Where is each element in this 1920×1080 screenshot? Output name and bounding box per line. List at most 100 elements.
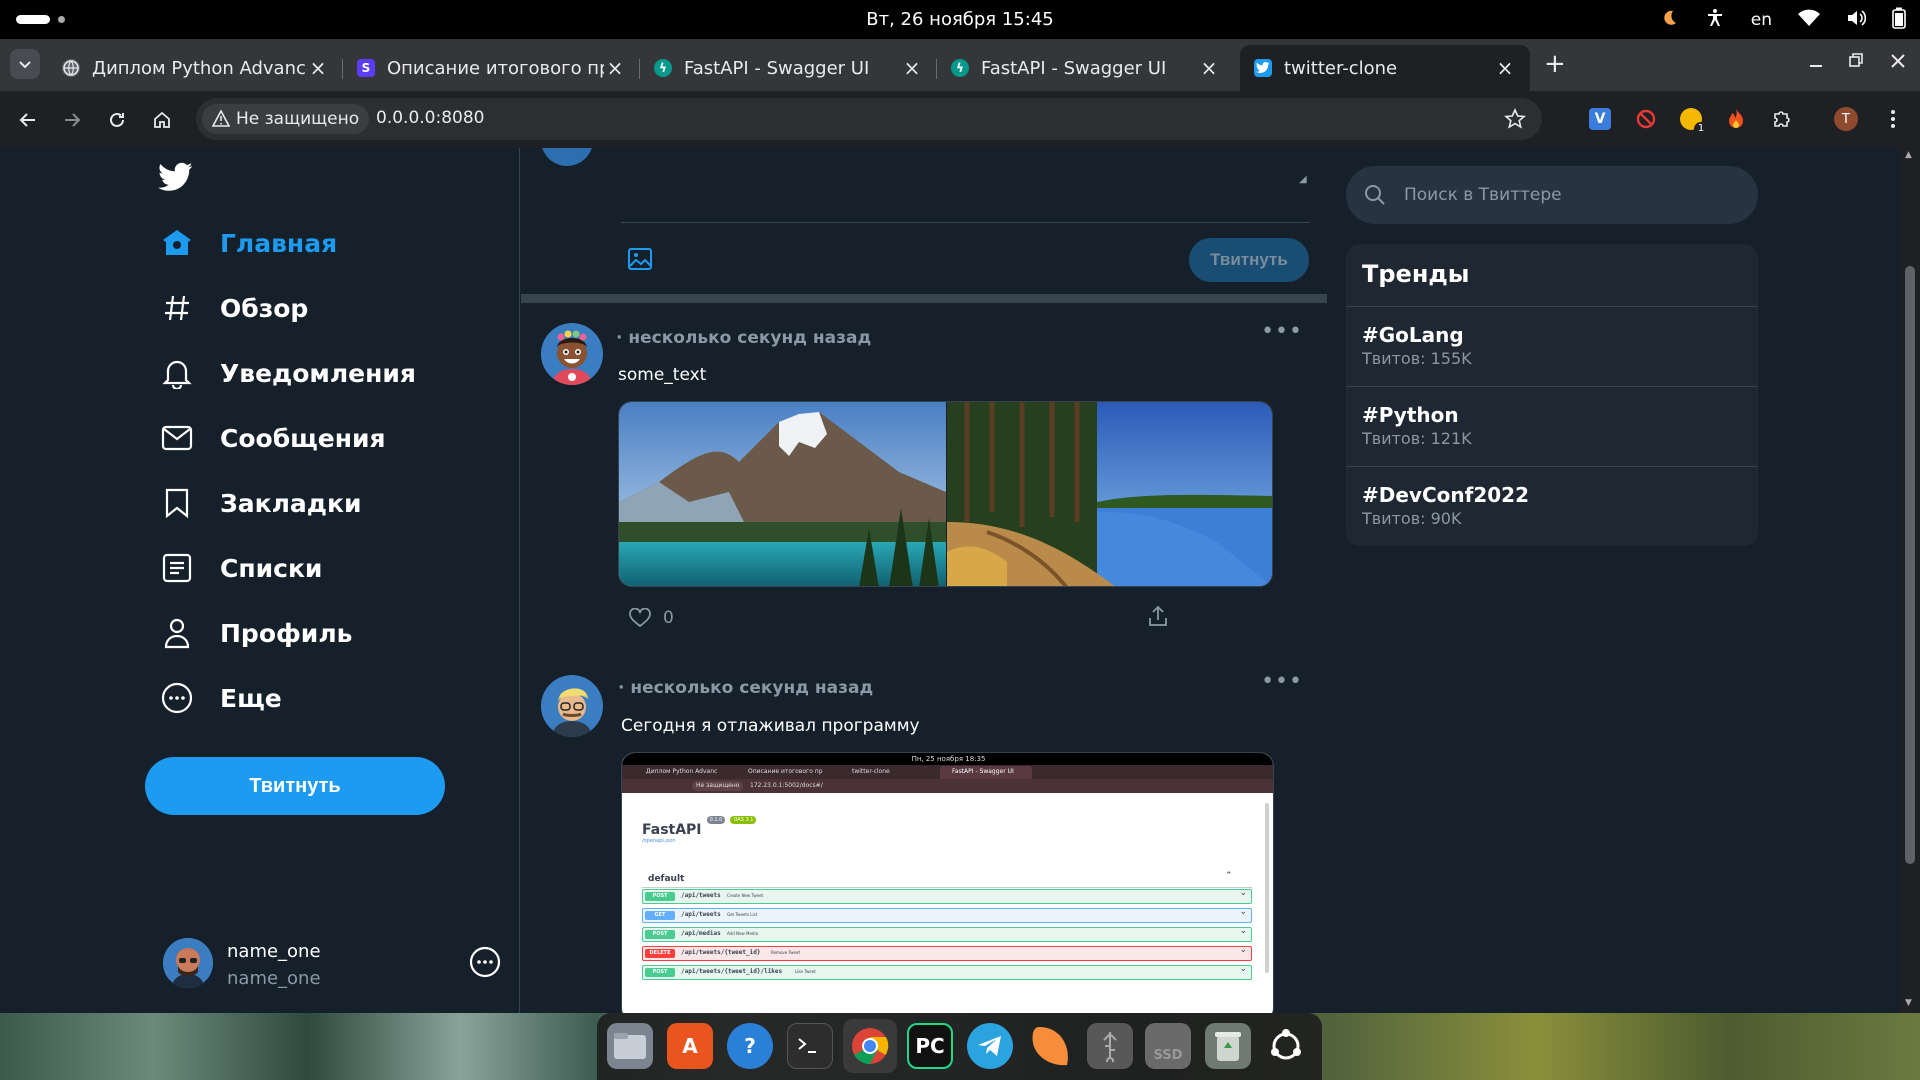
tab-close-icon[interactable]: × xyxy=(1494,56,1516,80)
mountain-lake-photo[interactable] xyxy=(619,402,946,586)
sidebar-item-profile[interactable]: Профиль xyxy=(160,613,352,653)
tab-close-icon[interactable]: × xyxy=(1198,56,1220,80)
trend-item[interactable]: #Python Твитов: 121K xyxy=(1346,386,1758,466)
compose-textarea[interactable] xyxy=(621,152,1301,212)
chrome-icon[interactable] xyxy=(843,1019,897,1073)
tweet-more-icon[interactable]: ••• xyxy=(1261,669,1303,694)
help-icon[interactable]: ? xyxy=(727,1023,773,1069)
clock[interactable]: Вт, 26 ноября 15:45 xyxy=(866,9,1053,30)
tweet-button[interactable]: Твитнуть xyxy=(145,757,445,815)
sidebar-item-messages[interactable]: Сообщения xyxy=(160,418,386,458)
like-count: 0 xyxy=(663,608,674,628)
workspace-dot[interactable] xyxy=(58,16,65,23)
share-icon[interactable] xyxy=(1147,605,1169,631)
mini-endpoint-row: DELETE/api/tweets/{tweet_id} Remove Tweet… xyxy=(642,945,1252,961)
keyboard-language[interactable]: en xyxy=(1751,10,1772,30)
avatar xyxy=(163,938,213,988)
home-page-icon[interactable] xyxy=(147,105,177,135)
browser-tab[interactable]: ϟ FastAPI - Swagger UI × xyxy=(640,45,937,91)
mango-icon[interactable] xyxy=(1027,1023,1073,1069)
twitter-logo-icon[interactable] xyxy=(158,162,194,198)
terminal-icon[interactable] xyxy=(787,1023,833,1069)
tab-close-icon[interactable]: × xyxy=(307,56,329,80)
app-center-icon[interactable]: A xyxy=(667,1023,713,1069)
extensions-puzzle-icon[interactable] xyxy=(1768,105,1796,133)
activities-indicator[interactable] xyxy=(16,15,50,24)
browser-tab-strip: Диплом Python Advance × S Описание итого… xyxy=(0,39,1920,91)
profile-avatar[interactable]: T xyxy=(1832,105,1860,133)
browser-tab[interactable]: ϟ FastAPI - Swagger UI × xyxy=(937,45,1234,91)
tweet-text: some_text xyxy=(618,365,707,385)
ssd-drive-icon[interactable]: SSD xyxy=(1145,1023,1191,1069)
tweet-more-icon[interactable]: ••• xyxy=(1261,319,1303,344)
account-switcher[interactable]: name_one name_one xyxy=(163,938,503,998)
night-light-icon[interactable] xyxy=(1659,8,1679,32)
tweet[interactable]: · несколько секунд назад ••• some_text 0 xyxy=(521,303,1327,655)
browser-tab-active[interactable]: twitter-clone × xyxy=(1240,45,1530,91)
fire-extension-icon[interactable] xyxy=(1722,105,1750,133)
pycharm-icon[interactable]: PC xyxy=(907,1023,953,1069)
page-scrollbar[interactable]: ▲ ▼ xyxy=(1900,148,1920,1013)
bookmark-star-icon[interactable] xyxy=(1504,108,1526,134)
like-button[interactable]: 0 xyxy=(629,608,674,628)
trash-icon[interactable] xyxy=(1205,1023,1251,1069)
tweet[interactable]: · несколько секунд назад ••• Сегодня я о… xyxy=(521,655,1327,1013)
back-icon[interactable] xyxy=(13,105,43,135)
sidebar-item-home[interactable]: Главная xyxy=(160,223,337,263)
resize-handle-icon[interactable]: ◢ xyxy=(1299,174,1307,185)
account-more-icon[interactable] xyxy=(469,946,501,982)
usb-drive-icon[interactable] xyxy=(1087,1023,1133,1069)
scroll-up-icon[interactable]: ▲ xyxy=(1905,150,1912,160)
sidebar-item-more[interactable]: Еще xyxy=(160,678,282,718)
show-apps-icon[interactable] xyxy=(1263,1023,1309,1069)
mini-endpoint-row: POST/api/tweets/{tweet_id}/likes Like Twe… xyxy=(642,964,1252,980)
sidebar-item-explore[interactable]: Обзор xyxy=(160,288,308,328)
mini-tab: Описание итогового пр xyxy=(748,768,823,775)
hash-icon xyxy=(160,291,194,325)
vpn-extension-icon[interactable]: V xyxy=(1586,105,1614,133)
reload-icon[interactable] xyxy=(102,105,132,135)
browser-tab[interactable]: S Описание итогового пр × xyxy=(343,45,640,91)
trend-item[interactable]: #GoLang Твитов: 155K xyxy=(1346,306,1758,386)
trend-count: Твитов: 155K xyxy=(1362,349,1472,368)
battery-icon[interactable] xyxy=(1892,7,1906,33)
tweet-media-screenshot[interactable]: Пн, 25 ноября 18:35 Диплом Python Advanc… xyxy=(621,752,1274,1013)
search-input[interactable] xyxy=(1404,180,1734,210)
accessibility-icon[interactable] xyxy=(1705,8,1725,32)
site-security-chip[interactable]: Не защищено xyxy=(202,104,370,134)
sidebar-item-notifications[interactable]: Уведомления xyxy=(160,353,416,393)
files-icon[interactable] xyxy=(607,1023,653,1069)
clock-area: Вт, 26 ноября 15:45 xyxy=(0,9,1920,30)
close-window-icon[interactable] xyxy=(1890,51,1906,76)
telegram-icon[interactable] xyxy=(967,1023,1013,1069)
mini-endpoint-path: /api/tweets/{tweet_id} xyxy=(681,949,761,956)
system-tray: en xyxy=(1659,6,1906,34)
browser-tab[interactable]: Диплом Python Advance × xyxy=(48,45,343,91)
mail-icon xyxy=(160,421,194,455)
search-box[interactable] xyxy=(1346,166,1758,224)
forest-lake-photo[interactable] xyxy=(947,402,1272,586)
forward-icon[interactable] xyxy=(57,105,87,135)
tab-close-icon[interactable]: × xyxy=(901,56,923,80)
coin-extension-icon[interactable]: 1 xyxy=(1677,105,1708,136)
sidebar-item-bookmarks[interactable]: Закладки xyxy=(160,483,361,523)
image-upload-icon[interactable] xyxy=(627,246,653,276)
address-bar[interactable]: Не защищено 0.0.0.0:8080 xyxy=(196,98,1542,140)
mini-swagger-title: FastAPI xyxy=(642,822,702,838)
url-text[interactable]: 0.0.0.0:8080 xyxy=(376,108,484,128)
sidebar-item-lists[interactable]: Списки xyxy=(160,548,322,588)
browser-menu-icon[interactable] xyxy=(1879,105,1907,133)
volume-icon[interactable] xyxy=(1846,9,1867,31)
block-extension-icon[interactable] xyxy=(1632,105,1660,133)
tab-search-button[interactable] xyxy=(10,49,40,79)
restore-icon[interactable] xyxy=(1848,51,1864,76)
scroll-down-icon[interactable]: ▼ xyxy=(1905,998,1912,1008)
minimize-icon[interactable] xyxy=(1808,51,1824,76)
compose-tweet-button[interactable]: Твитнуть xyxy=(1189,238,1309,282)
tab-close-icon[interactable]: × xyxy=(604,56,626,80)
wifi-icon[interactable] xyxy=(1798,9,1820,31)
scrollbar-thumb[interactable] xyxy=(1905,266,1915,864)
new-tab-button[interactable]: + xyxy=(1544,51,1566,77)
user-icon xyxy=(160,616,194,650)
trend-item[interactable]: #DevConf2022 Твитов: 90K xyxy=(1346,466,1758,546)
